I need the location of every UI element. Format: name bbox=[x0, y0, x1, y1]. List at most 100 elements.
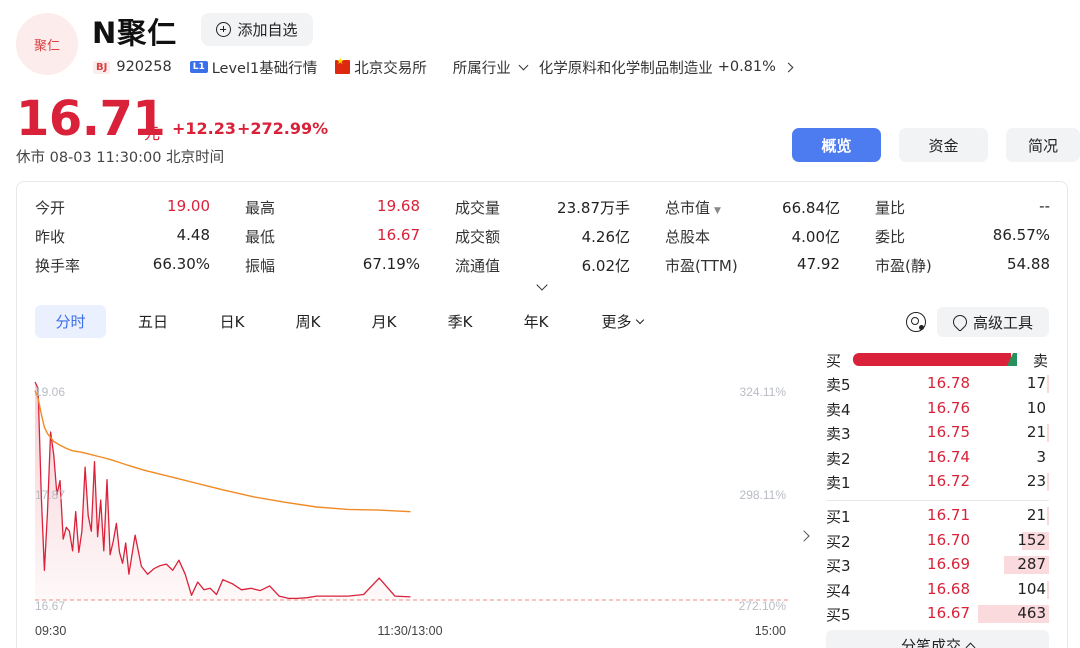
x-mid-label: 11:30/13:00 bbox=[377, 624, 442, 638]
bid-row[interactable]: 买2 16.70 152 bbox=[826, 530, 1049, 552]
y-right-mid-label: 298.11% bbox=[740, 488, 787, 502]
wrench-icon bbox=[950, 312, 970, 332]
order-book-buy-label: 买 bbox=[826, 352, 842, 370]
quote-value: 66.30% bbox=[152, 255, 210, 273]
ask-row[interactable]: 卖5 16.78 17 bbox=[826, 373, 1049, 395]
average-price-line bbox=[34, 390, 411, 513]
order-volume: 3 bbox=[1036, 447, 1046, 466]
price-change-percent: +272.99% bbox=[237, 119, 329, 138]
trades-detail-label: 分笔成交 bbox=[900, 636, 961, 648]
order-price: 16.70 bbox=[927, 530, 970, 549]
order-volume: 10 bbox=[1026, 398, 1046, 417]
bid-row[interactable]: 买5 16.67 463 bbox=[826, 603, 1049, 625]
order-label: 买4 bbox=[826, 581, 851, 600]
stock-code: 920258 bbox=[116, 59, 172, 75]
volume-bar bbox=[1047, 424, 1049, 443]
quote-label: 委比 bbox=[875, 228, 906, 246]
period-tab-intraday[interactable]: 分时 bbox=[35, 305, 106, 338]
add-watchlist-button[interactable]: 添加自选 bbox=[201, 13, 313, 46]
industry-dropdown[interactable]: 所属行业 bbox=[453, 57, 533, 78]
order-price: 16.78 bbox=[927, 374, 970, 392]
period-tab-monthly[interactable]: 月K bbox=[360, 305, 408, 338]
quote-value: -- bbox=[1039, 197, 1050, 215]
industry-link[interactable]: 化学原料和化学制品制造业 +0.81% bbox=[538, 57, 794, 78]
ask-row[interactable]: 卖4 16.76 10 bbox=[826, 398, 1049, 420]
quote-value: 4.00亿 bbox=[791, 228, 840, 246]
ask-row[interactable]: 卖3 16.75 21 bbox=[826, 422, 1049, 444]
period-tab-quarterly[interactable]: 季K bbox=[436, 305, 484, 338]
exchange-name: 北京交易所 bbox=[354, 60, 427, 77]
period-tab-weekly[interactable]: 周K bbox=[284, 305, 332, 338]
ask-row[interactable]: 卖1 16.72 23 bbox=[826, 471, 1049, 493]
period-tab-yearly[interactable]: 年K bbox=[512, 305, 560, 338]
tab-funds[interactable]: 资金 bbox=[899, 128, 988, 162]
quote-label: 总市值 bbox=[665, 199, 711, 217]
last-price: 16.71 bbox=[16, 91, 166, 147]
order-price: 16.72 bbox=[927, 472, 970, 491]
ask-row[interactable]: 卖2 16.74 3 bbox=[826, 447, 1049, 469]
chevron-down-icon bbox=[635, 315, 644, 324]
order-label: 卖3 bbox=[826, 425, 851, 444]
quote-label: 最高 bbox=[245, 199, 276, 217]
bid-row[interactable]: 买4 16.68 104 bbox=[826, 579, 1049, 601]
y-left-bottom-label: 16.67 bbox=[35, 599, 65, 613]
add-watchlist-label: 添加自选 bbox=[237, 21, 298, 39]
stock-meta-row: BJ 920258 L1 Level1基础行情 北京交易所 所属行业 化学原料和… bbox=[93, 57, 794, 78]
industry-change: +0.81% bbox=[717, 59, 776, 75]
order-label: 卖4 bbox=[826, 400, 851, 419]
price-unit: 元 bbox=[144, 124, 161, 143]
market-status: 休市 08-03 11:30:00 北京时间 bbox=[16, 150, 225, 166]
chevron-right-icon bbox=[783, 62, 794, 72]
quote-value: 86.57% bbox=[992, 226, 1050, 244]
quote-value: 19.00 bbox=[167, 197, 210, 215]
quote-label: 总股本 bbox=[665, 228, 711, 246]
china-flag-icon bbox=[335, 57, 351, 74]
intraday-chart[interactable]: 19.06 17.87 16.67 324.11% 298.11% 272.10… bbox=[30, 370, 790, 640]
chevron-down-icon bbox=[518, 60, 529, 71]
bid-row[interactable]: 买1 16.71 21 bbox=[826, 505, 1049, 527]
advanced-tools-button[interactable]: 高级工具 bbox=[937, 307, 1049, 337]
quote-label: 今开 bbox=[35, 199, 66, 217]
order-volume: 23 bbox=[1026, 472, 1046, 491]
order-volume: 152 bbox=[1017, 530, 1046, 549]
y-left-top-label: 19.06 bbox=[35, 385, 65, 399]
volume-bar bbox=[1047, 507, 1049, 525]
quote-label: 流通值 bbox=[455, 257, 501, 275]
order-price: 16.75 bbox=[927, 423, 970, 442]
quote-value: 54.88 bbox=[1007, 255, 1050, 273]
price-area-fill bbox=[35, 382, 411, 600]
triangle-down-icon: ▼ bbox=[714, 206, 721, 216]
quote-value: 23.87万手 bbox=[557, 199, 630, 217]
tab-profile[interactable]: 简况 bbox=[1006, 128, 1080, 162]
buy-ratio-bar bbox=[853, 353, 1011, 366]
chart-settings-icon[interactable] bbox=[906, 312, 926, 332]
chart-series-layer bbox=[34, 381, 411, 600]
order-book-divider bbox=[826, 500, 1049, 501]
quote-label: 量比 bbox=[875, 199, 906, 217]
more-label: 更多 bbox=[601, 313, 632, 331]
level-text: Level1基础行情 bbox=[211, 60, 318, 77]
order-label: 买2 bbox=[826, 532, 851, 551]
tab-overview[interactable]: 概览 bbox=[792, 128, 881, 162]
order-volume: 463 bbox=[1017, 604, 1046, 623]
trades-detail-button[interactable]: 分笔成交 bbox=[826, 630, 1049, 648]
quote-value: 47.92 bbox=[797, 255, 840, 273]
order-volume: 287 bbox=[1017, 555, 1046, 574]
market-cap-label[interactable]: 总市值 ▼ bbox=[665, 197, 721, 218]
y-left-mid-label: 17.87 bbox=[35, 488, 65, 502]
quote-label: 成交量 bbox=[455, 199, 501, 217]
order-volume: 21 bbox=[1026, 423, 1046, 442]
quote-value: 4.26亿 bbox=[581, 228, 630, 246]
quote-value: 6.02亿 bbox=[581, 257, 630, 275]
quote-value: 66.84亿 bbox=[782, 199, 840, 217]
period-tab-5day[interactable]: 五日 bbox=[127, 305, 179, 338]
quote-label: 换手率 bbox=[35, 257, 81, 275]
stock-name: N聚仁 bbox=[92, 16, 178, 50]
level-tag: L1 bbox=[189, 61, 208, 73]
x-end-label: 15:00 bbox=[755, 624, 786, 638]
period-tab-more[interactable]: 更多 bbox=[592, 305, 652, 338]
industry-name: 化学原料和化学制品制造业 bbox=[538, 60, 713, 77]
period-tab-daily[interactable]: 日K bbox=[208, 305, 256, 338]
order-volume: 17 bbox=[1026, 374, 1046, 392]
bid-row[interactable]: 买3 16.69 287 bbox=[826, 554, 1049, 576]
